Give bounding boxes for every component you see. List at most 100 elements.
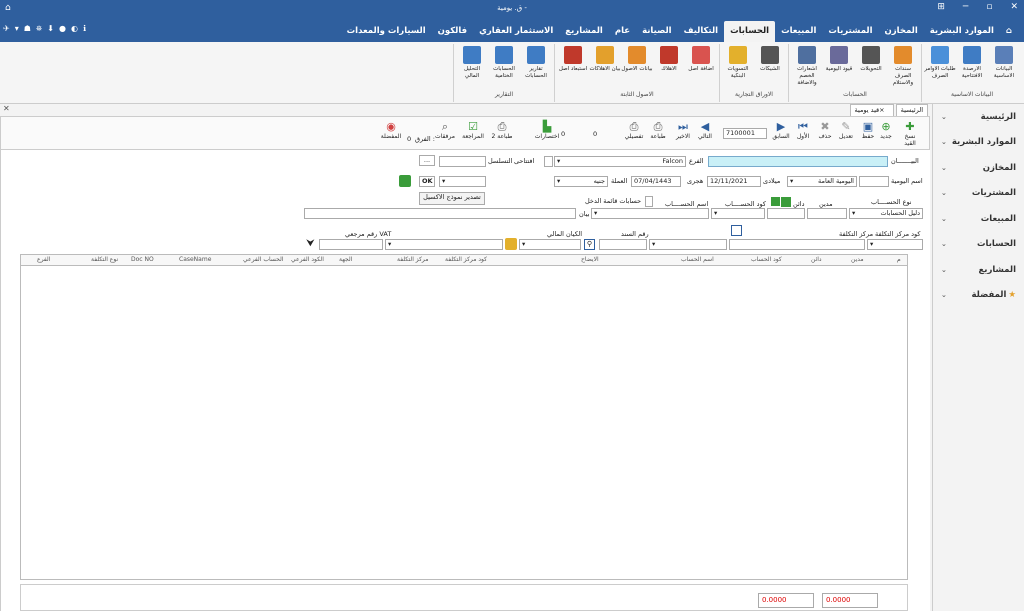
account-type-select[interactable]: ▾ دليل الحسابات — [849, 208, 923, 219]
journal-name-select[interactable]: ▾ اليومية العامة — [787, 176, 857, 187]
ribbon-button[interactable]: قيود اليومية — [823, 44, 855, 90]
delete-button[interactable]: ✖ حذف — [813, 121, 837, 141]
print-detail-button[interactable]: ⎙ تفصيلي — [622, 121, 646, 141]
sidebar-item[interactable]: المبيعات ⌄ — [933, 206, 1024, 232]
income-accounts-checkbox[interactable] — [645, 196, 653, 207]
account-name-input[interactable]: ▾ — [591, 208, 709, 219]
hijri-date-input[interactable]: 07/04/1443 — [631, 176, 681, 187]
search-icon[interactable]: ⚲ — [584, 239, 595, 250]
grid-column-header[interactable]: دائن — [811, 256, 822, 263]
ok-button[interactable]: OK — [419, 176, 435, 187]
home-icon[interactable]: ⌂ — [1000, 21, 1018, 42]
refresh-icon[interactable] — [399, 175, 411, 187]
grid-column-header[interactable]: اسم الحساب — [681, 256, 714, 263]
sidebar-item[interactable]: المشتريات ⌄ — [933, 181, 1024, 207]
sequence-input[interactable] — [439, 156, 486, 167]
finance-entity-select[interactable]: ▾ — [519, 239, 581, 250]
rate-select[interactable]: ▾ — [439, 176, 486, 187]
edit-button[interactable]: ✎ تعديل — [834, 121, 858, 141]
gregorian-date-input[interactable]: 12/11/2021 — [707, 176, 761, 187]
tab-6[interactable]: الصيانة — [636, 21, 678, 42]
grid-column-header[interactable]: الحساب الفرعي — [243, 256, 284, 263]
ribbon-button[interactable]: التحليل المالي — [456, 44, 488, 90]
calculator-icon[interactable] — [771, 197, 780, 206]
ribbon-button[interactable]: سندات الصرف والاستلام — [887, 44, 919, 90]
sidebar-item[interactable]: الرئيسية ⌄ — [933, 104, 1024, 130]
document-tab[interactable]: الرئيسية — [895, 104, 928, 116]
qat-icon[interactable]: ◐ — [71, 24, 78, 34]
qat-icon[interactable]: ☗ — [24, 24, 31, 34]
close-window-button[interactable]: ✕ — [1010, 2, 1018, 12]
entity-input[interactable]: ▾ — [385, 239, 503, 250]
document-tab[interactable]: قيد يومية× — [849, 104, 894, 116]
statement-input[interactable] — [708, 156, 888, 167]
vat-ref-input[interactable] — [319, 239, 383, 250]
print2-button[interactable]: ⎙ طباعة 2 — [488, 121, 516, 141]
qat-icon[interactable]: ▾ — [15, 24, 19, 34]
ribbon-button[interactable]: استبعاد اصل — [557, 44, 589, 90]
calculator-icon[interactable] — [781, 197, 791, 207]
ribbon-button[interactable]: اضافة اصل — [685, 44, 717, 90]
tab-1[interactable]: المخازن — [879, 21, 924, 42]
swap-icon[interactable] — [731, 225, 742, 236]
save-button[interactable]: ▣ حفظ — [856, 121, 880, 141]
previous-button[interactable]: ▶ السابق — [769, 121, 793, 141]
export-template-button[interactable]: تصدير نموذج الاكسيل — [419, 192, 485, 205]
review-button[interactable]: ☑ المراجعة — [459, 121, 487, 141]
expand-down-icon[interactable]: ⮟ — [305, 239, 316, 250]
ribbon-button[interactable]: الارصدة الافتتاحية — [956, 44, 988, 90]
grid-column-header[interactable]: كود الحساب — [751, 256, 782, 263]
tab-9[interactable]: الاستثمار العقاري — [473, 21, 559, 42]
ribbon-button[interactable]: الشيكات — [754, 44, 786, 90]
attachments-button[interactable]: ⌕ مرفقات — [431, 121, 459, 141]
branch-select[interactable]: ▾ Falcon — [554, 156, 686, 167]
grid-column-header[interactable]: الايضاح — [581, 256, 599, 263]
favorites-button[interactable]: ◉ المفضلة — [377, 121, 405, 141]
ribbon-button[interactable]: البيانات الاساسية — [988, 44, 1020, 90]
tab-2[interactable]: المشتريات — [822, 21, 878, 42]
sidebar-item[interactable]: المشاريع ⌄ — [933, 257, 1024, 283]
tab-3[interactable]: المبيعات — [775, 21, 822, 42]
print-button[interactable]: ⎙ طباعة — [646, 121, 670, 141]
entries-grid[interactable]: م مدين دائن كود الحساب اسم الحساب الايضاح كود … — [20, 254, 908, 580]
doc-no-input[interactable] — [599, 239, 647, 250]
qat-icon[interactable]: ⛯ — [36, 24, 42, 34]
ribbon-button[interactable]: طلبات الاوامر الصرف — [924, 44, 956, 90]
journal-code-input[interactable] — [859, 176, 889, 187]
grid-column-header[interactable]: الفرع — [37, 256, 50, 263]
grid-column-header[interactable]: م — [897, 256, 901, 263]
tab-4[interactable]: الحسابات — [724, 21, 776, 42]
last-button[interactable]: ⏭ الاخير — [671, 121, 695, 141]
grid-column-header[interactable]: مركز التكلفة — [397, 256, 428, 263]
qat-icon[interactable]: ⬇ — [47, 24, 54, 34]
first-button[interactable]: ⏮ الأول — [791, 121, 815, 141]
maximize-button[interactable]: ▫ — [986, 2, 992, 12]
tab-0[interactable]: الموارد البشرية — [924, 21, 1000, 42]
description-input[interactable] — [304, 208, 576, 219]
sidebar-item[interactable]: الحسابات ⌄ — [933, 232, 1024, 258]
ribbon-button[interactable]: اشعارات الخصم والاضافة — [791, 44, 823, 90]
grid-column-header[interactable]: نوع التكلفة — [91, 256, 118, 263]
qat-icon[interactable]: ● — [59, 24, 66, 34]
close-tab-icon[interactable]: × — [879, 106, 884, 114]
tab-11[interactable]: السيارات والمعدات — [341, 21, 432, 42]
minimize-button[interactable]: ─ — [963, 2, 968, 12]
sidebar-item[interactable]: المخازن ⌄ — [933, 155, 1024, 181]
ribbon-button[interactable]: تقارير الحسابات — [520, 44, 552, 90]
ribbon-button[interactable]: الاهلاك — [653, 44, 685, 90]
tab-10[interactable]: فالكون — [432, 21, 473, 42]
sidebar-item[interactable]: ★ المفضلة ⌄ — [933, 283, 1024, 309]
tab-5[interactable]: التكاليف — [678, 21, 725, 42]
grid-column-header[interactable]: كود مركز التكلفة — [445, 256, 487, 263]
grid-column-header[interactable]: الكود الفرعي — [291, 256, 324, 263]
qat-icon[interactable]: ℹ — [83, 24, 86, 34]
cost-center-extra-input[interactable]: ▾ — [649, 239, 727, 250]
qat-icon[interactable]: ✈ — [3, 24, 10, 34]
account-code-input[interactable]: ▾ — [711, 208, 765, 219]
ribbon-button[interactable]: التحويلات — [855, 44, 887, 90]
grid-column-header[interactable]: Doc NO — [131, 256, 154, 263]
tab-7[interactable]: عام — [609, 21, 636, 42]
closing-checkbox[interactable] — [544, 156, 553, 167]
copy-entry-button[interactable]: ✚ نسخ القيد — [898, 121, 922, 148]
ribbon-button[interactable]: بيان الاهلاكات — [589, 44, 621, 90]
